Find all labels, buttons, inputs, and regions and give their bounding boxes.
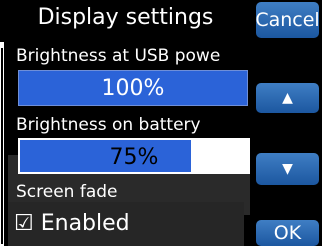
battery-brightness-value: 75% <box>109 145 159 170</box>
screen-fade-checkbox[interactable]: ☑ Enabled <box>8 202 244 246</box>
battery-brightness-label: Brightness on battery <box>16 115 201 135</box>
screen-fade-value: Enabled <box>40 211 130 236</box>
screen-fade-label: Screen fade <box>16 182 118 202</box>
usb-brightness-field[interactable]: 100% <box>18 70 248 106</box>
down-button[interactable]: ▼ <box>256 153 319 185</box>
arrow-down-icon: ▼ <box>282 161 293 177</box>
usb-brightness-label: Brightness at USB powe <box>16 46 221 66</box>
page-title: Display settings <box>0 0 251 36</box>
battery-brightness-fill <box>20 140 191 172</box>
up-button[interactable]: ▲ <box>256 83 319 113</box>
scrollbar-thumb[interactable] <box>1 48 3 244</box>
arrow-up-icon: ▲ <box>282 90 293 106</box>
ok-button[interactable]: OK <box>256 220 319 246</box>
battery-brightness-field[interactable]: 75% <box>18 138 250 174</box>
usb-brightness-value: 100% <box>101 76 165 101</box>
cancel-button[interactable]: Cancel <box>255 2 320 38</box>
checkbox-icon: ☑ <box>14 211 34 236</box>
